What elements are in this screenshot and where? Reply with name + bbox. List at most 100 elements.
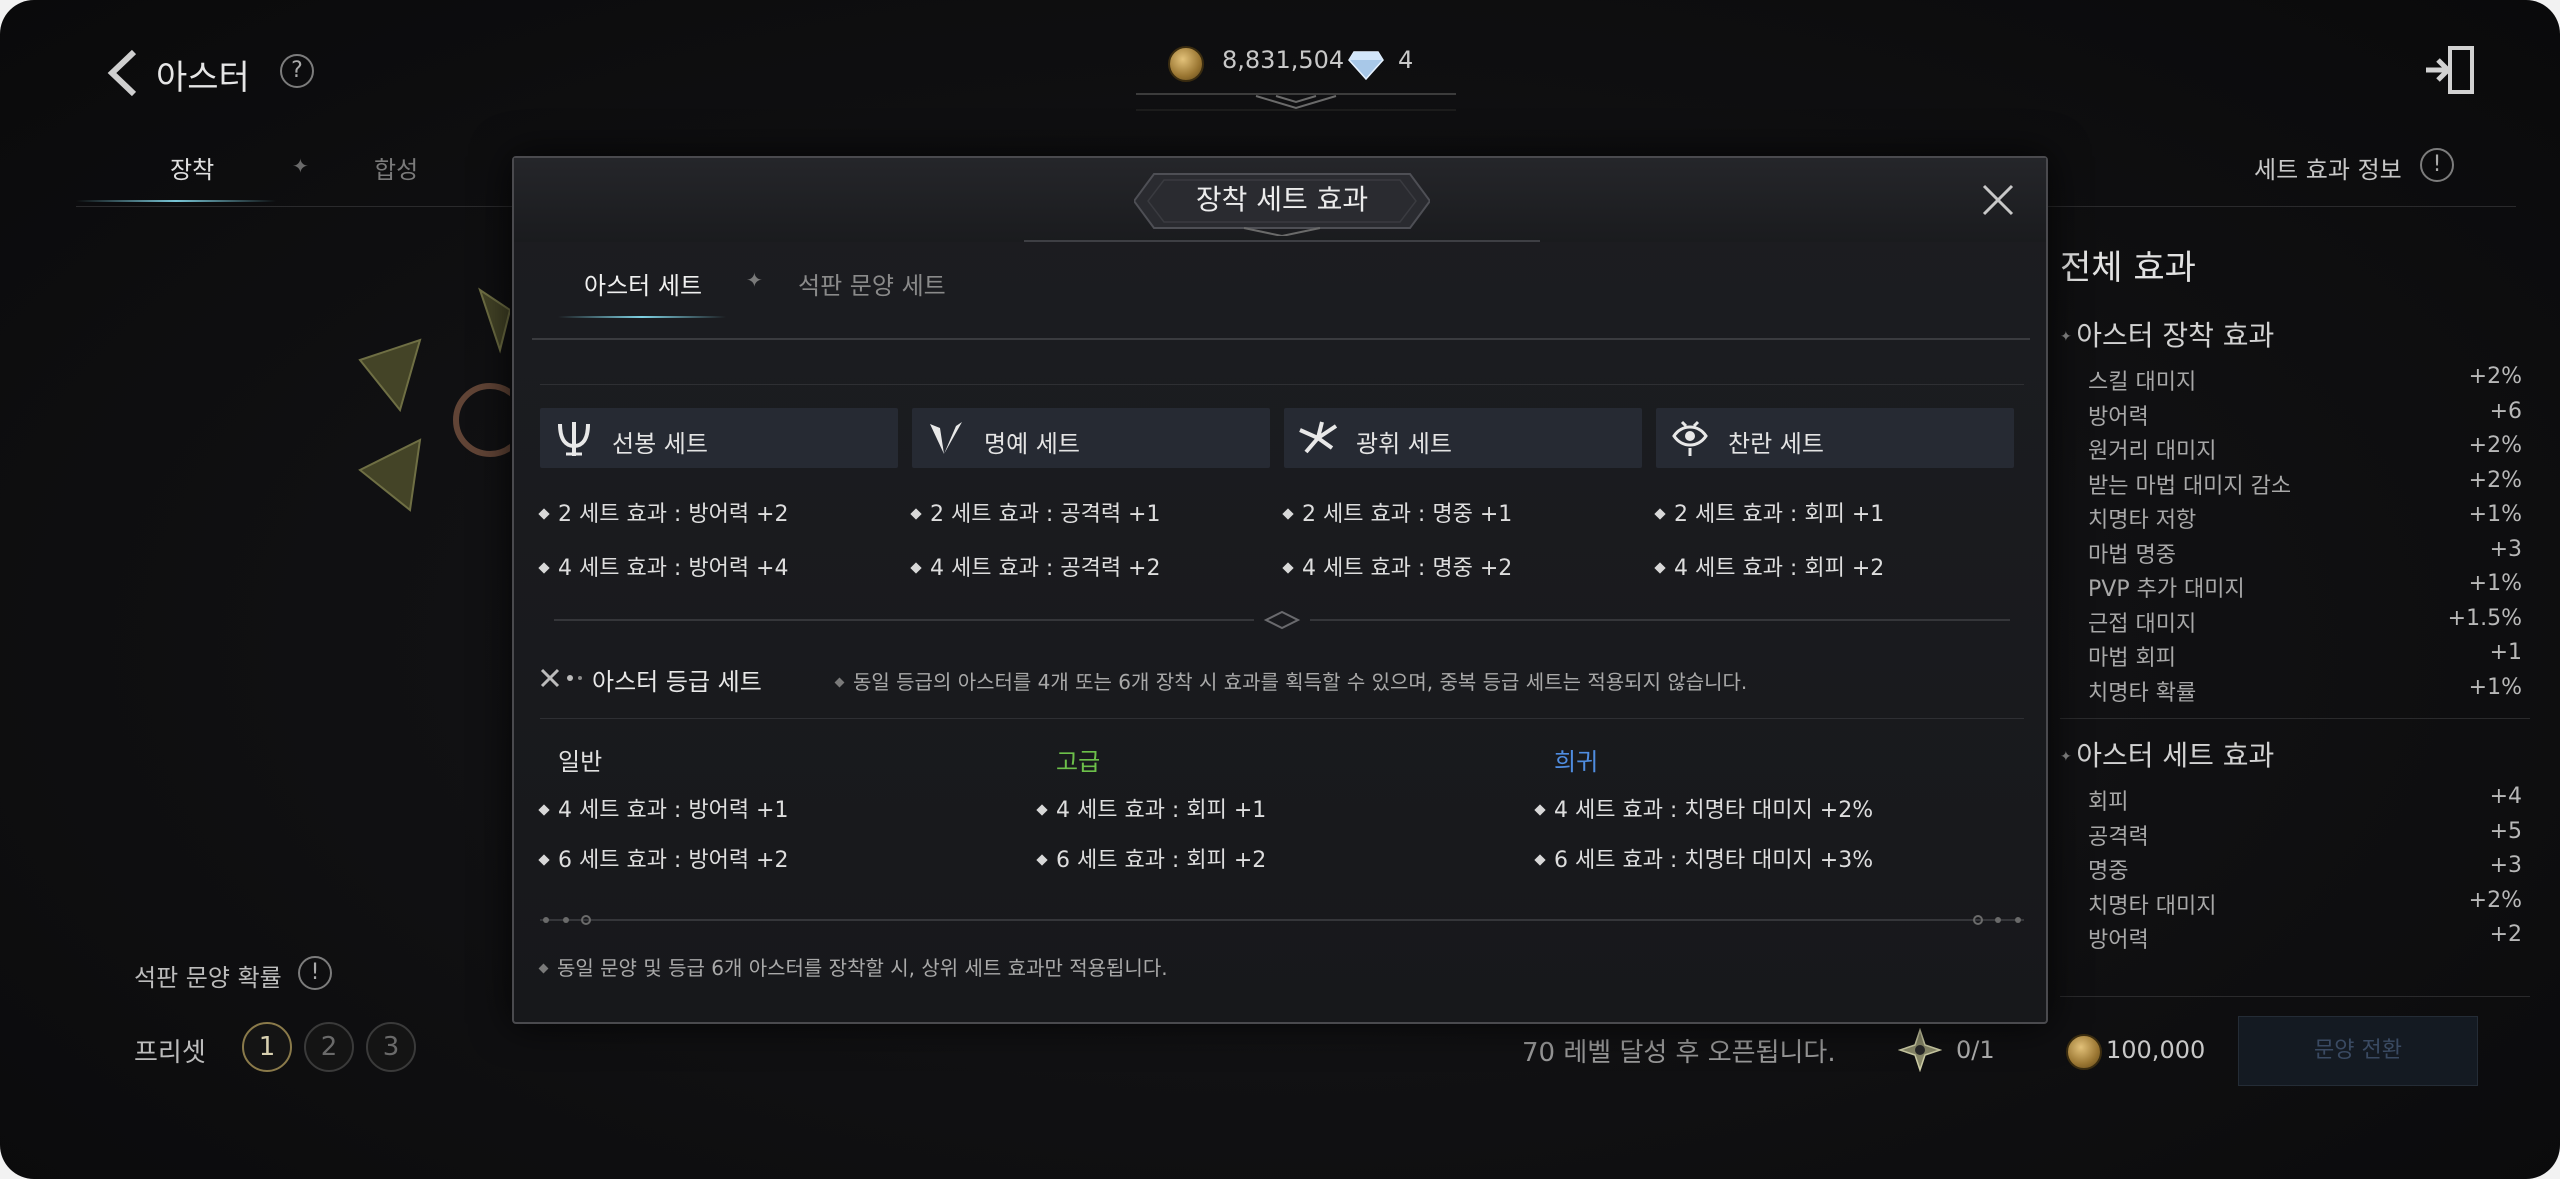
set-info-icon[interactable]: !: [2420, 148, 2454, 182]
panel-divider: [2060, 996, 2530, 997]
section-divider: [540, 384, 2024, 385]
gold-coin-icon: [1168, 46, 1204, 82]
header-ornament: [1136, 93, 1456, 111]
tab-slate-pattern-set[interactable]: 석판 문양 세트: [798, 266, 946, 301]
preset-2-button[interactable]: 2: [304, 1022, 354, 1072]
grade-effect-line: 4 세트 효과 : 방어력 +1: [538, 792, 789, 824]
effect-row: 치명타 확률 +1%: [2088, 675, 2522, 707]
grade-set-icon: [540, 668, 582, 688]
bg-tab-equip[interactable]: 장착: [170, 150, 214, 185]
probability-label: 석판 문양 확률: [134, 964, 282, 992]
effect-row: 치명타 저항 +1%: [2088, 502, 2522, 534]
effect-name: 명중: [2088, 859, 2129, 884]
tab-separator-icon: ✦: [292, 154, 309, 178]
honor-icon: [930, 422, 962, 454]
effect-row: 회피 +4: [2088, 784, 2522, 816]
preset-1-button[interactable]: 1: [242, 1022, 292, 1072]
grade-set-title: 아스터 등급 세트: [592, 668, 762, 696]
bg-tab-synthesis[interactable]: 합성: [374, 150, 418, 185]
effect-row: 받는 마법 대미지 감소 +2%: [2088, 468, 2522, 500]
set-effect-line: 4 세트 효과 : 방어력 +4: [538, 550, 789, 582]
set-effect-line: 4 세트 효과 : 회피 +2: [1654, 550, 1884, 582]
active-tab-indicator: [558, 316, 726, 318]
total-effect-title: 전체 효과: [2060, 248, 2196, 288]
set-effect-line: 4 세트 효과 : 명중 +2: [1282, 550, 1512, 582]
effect-value: +2: [2489, 922, 2522, 947]
tab-separator-icon: ✦: [746, 268, 763, 292]
grade-advanced-title: 고급: [1056, 748, 1101, 776]
tab-divider: [532, 338, 2030, 340]
grade-effect-line: 6 세트 효과 : 치명타 대미지 +3%: [1534, 842, 1873, 874]
effect-name: 스킬 대미지: [2088, 370, 2197, 395]
effect-row: 방어력 +2: [2088, 922, 2522, 954]
grade-effect-line: 4 세트 효과 : 회피 +1: [1036, 792, 1266, 824]
cost-coin-icon: [2066, 1034, 2102, 1070]
effect-row: 치명타 대미지 +2%: [2088, 888, 2522, 920]
set-name: 찬란 세트: [1728, 430, 1824, 458]
pattern-switch-button[interactable]: 문양 전환: [2238, 1016, 2478, 1086]
tab-aster-set[interactable]: 아스터 세트: [584, 266, 702, 301]
effect-value: +1.5%: [2447, 605, 2522, 631]
set-effect-modal: 장착 세트 효과 아스터 세트 ✦ 석판 문양 세트 선봉 세트 명예 세트 광…: [512, 156, 2048, 1024]
exit-door-icon[interactable]: [2424, 42, 2480, 98]
diamond-icon: [1348, 51, 1384, 80]
effect-value: +3: [2489, 853, 2522, 878]
effect-name: 마법 명중: [2088, 542, 2176, 568]
effect-row: PVP 추가 대미지 +1%: [2088, 571, 2522, 603]
effect-name: 치명타 대미지: [2088, 893, 2217, 919]
slot-count: 0/1: [1956, 1036, 1995, 1064]
back-arrow-icon[interactable]: [104, 48, 144, 98]
effect-value: +5: [2489, 818, 2522, 844]
effect-value: +2%: [2468, 887, 2522, 913]
footer-note: 동일 문양 및 등급 6개 아스터를 장착할 시, 상위 세트 효과만 적용됩니…: [538, 952, 1168, 981]
effect-name: 마법 회피: [2088, 646, 2176, 671]
radiance-set-card: 광휘 세트: [1284, 408, 1642, 468]
set-effect-info-label[interactable]: 세트 효과 정보: [2254, 150, 2402, 185]
effect-name: 공격력: [2088, 824, 2149, 850]
set-effect-line: 2 세트 효과 : 방어력 +2: [538, 496, 789, 528]
ornament-divider: [554, 610, 2010, 630]
set-effect-line: 2 세트 효과 : 명중 +1: [1282, 496, 1512, 528]
grade-effect-line: 4 세트 효과 : 치명타 대미지 +2%: [1534, 792, 1873, 824]
total-effect-panel: 전체 효과 ✦ 아스터 장착 효과 스킬 대미지 +2% 방어력 +6 원거리 대미지 +…: [2060, 230, 2530, 1010]
effect-name: 회피: [2088, 790, 2129, 815]
effect-name: 받는 마법 대미지 감소: [2088, 473, 2292, 499]
unlock-message: 70 레벨 달성 후 오픈됩니다.: [1522, 1038, 1836, 1068]
grade-rare-title: 희귀: [1554, 748, 1599, 776]
modal-title: 장착 세트 효과: [1195, 183, 1369, 216]
brilliance-icon: [1672, 420, 1708, 456]
set-name: 명예 세트: [984, 430, 1080, 458]
help-icon[interactable]: ?: [280, 54, 314, 88]
honor-set-card: 명예 세트: [912, 408, 1270, 468]
effect-name: 방어력: [2088, 404, 2149, 430]
close-icon[interactable]: [1976, 178, 2020, 222]
brilliance-set-card: 찬란 세트: [1656, 408, 2014, 468]
preset-label: 프리셋: [134, 1038, 206, 1068]
effect-value: +2%: [2468, 433, 2522, 458]
effect-value: +1%: [2468, 571, 2522, 596]
effect-name: 방어력: [2088, 928, 2149, 953]
aster-set-effect-title: ✦ 아스터 세트 효과: [2060, 739, 2275, 772]
effect-row: 마법 회피 +1: [2088, 640, 2522, 672]
set-effect-line: 2 세트 효과 : 공격력 +1: [910, 496, 1161, 528]
grade-effect-line: 6 세트 효과 : 회피 +2: [1036, 842, 1266, 874]
star-slot-icon: [1898, 1028, 1942, 1072]
radiance-icon: [1299, 421, 1338, 454]
set-name: 선봉 세트: [612, 430, 708, 458]
effect-row: 마법 명중 +3: [2088, 537, 2522, 569]
dotted-divider: [540, 915, 2024, 925]
page-title: 아스터: [156, 58, 250, 98]
grade-effect-line: 6 세트 효과 : 방어력 +2: [538, 842, 789, 874]
vanguard-set-card: 선봉 세트: [540, 408, 898, 468]
effect-value: +2%: [2468, 364, 2522, 389]
gold-amount: 8,831,504: [1222, 46, 1345, 74]
effect-row: 스킬 대미지 +2%: [2088, 364, 2522, 396]
grade-set-note: 동일 등급의 아스터를 4개 또는 6개 장착 시 효과를 획득할 수 있으며,…: [834, 666, 1747, 695]
probability-info-icon[interactable]: !: [298, 956, 332, 990]
grade-normal-title: 일반: [558, 748, 603, 776]
bg-tab-indicator: [76, 200, 276, 202]
aster-slot-art: [358, 287, 510, 512]
effect-value: +4: [2489, 784, 2522, 809]
preset-3-button[interactable]: 3: [366, 1022, 416, 1072]
effect-value: +1%: [2468, 674, 2522, 700]
